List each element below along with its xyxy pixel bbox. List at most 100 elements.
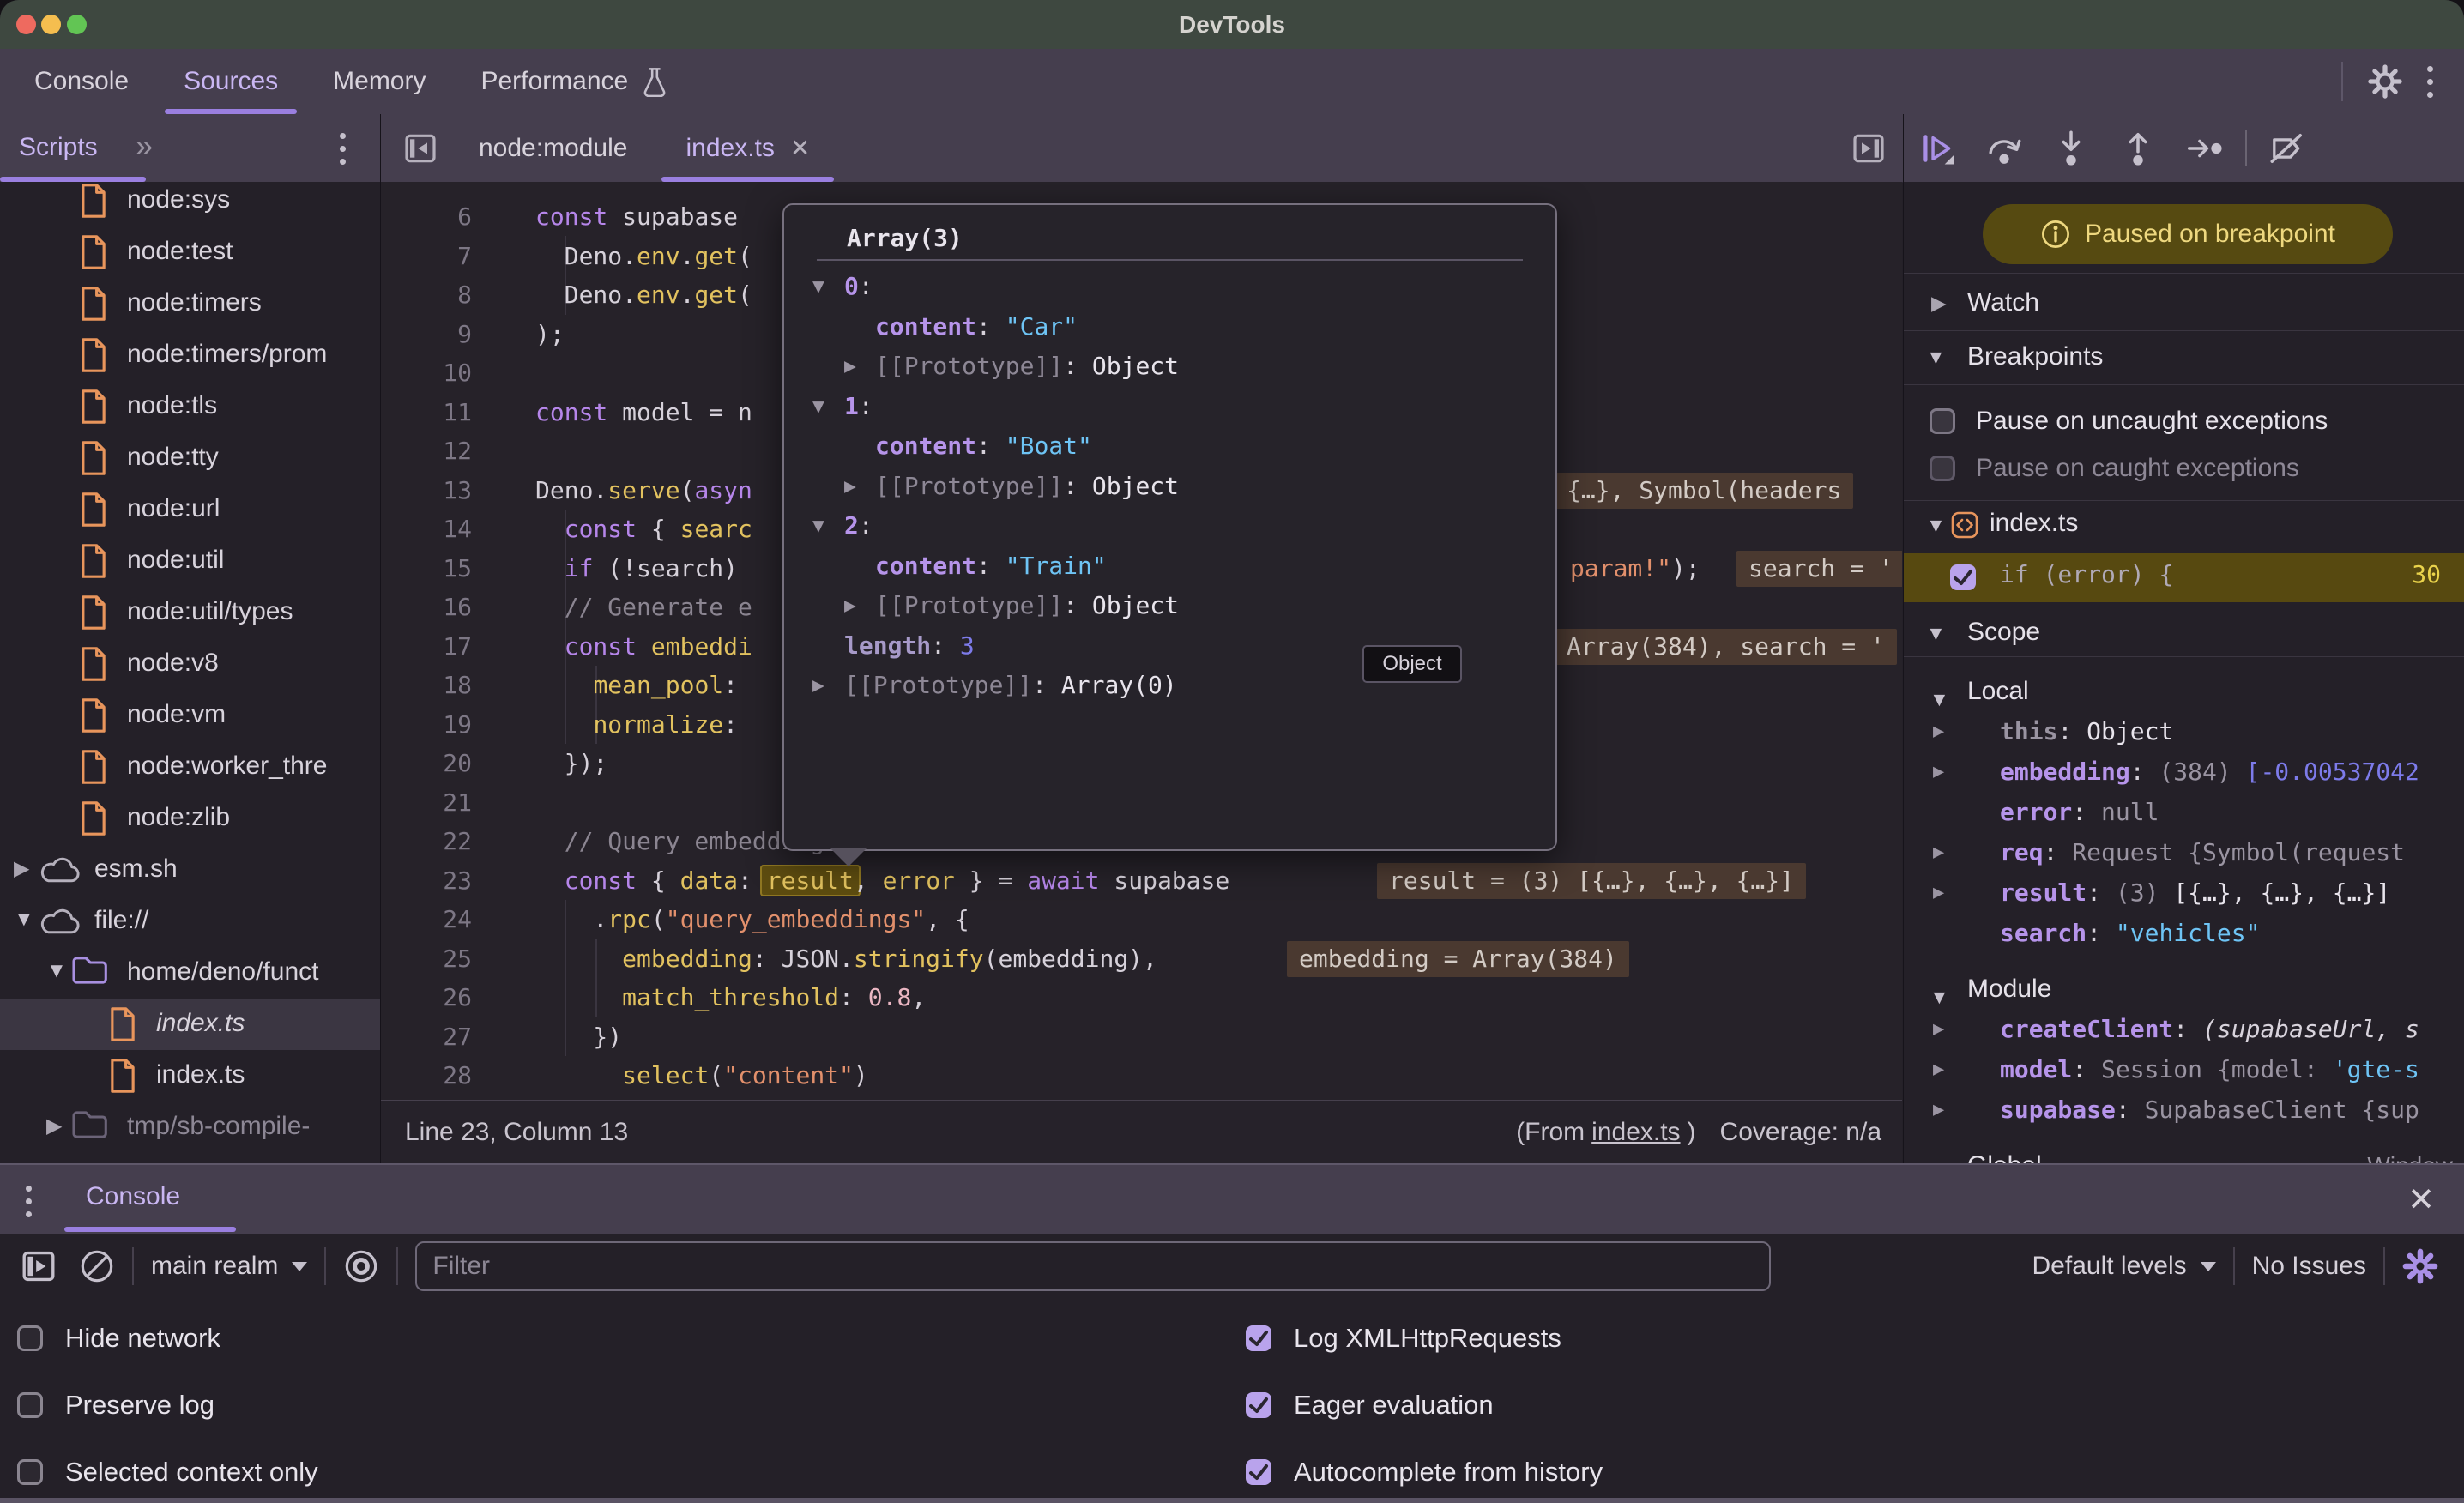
file-tree-item[interactable]: index.ts: [0, 1050, 380, 1102]
deactivate-breakpoints-button[interactable]: [2254, 114, 2321, 182]
breakpoints-section-header[interactable]: ▼ Breakpoints: [1904, 331, 2464, 384]
watch-section-header[interactable]: ▶ Watch: [1904, 278, 2464, 330]
line-number[interactable]: 12: [381, 432, 472, 471]
chevron-collapsed-icon[interactable]: ▶: [1933, 711, 1944, 752]
checkbox[interactable]: [17, 1392, 43, 1418]
checkbox[interactable]: [1930, 408, 1955, 434]
chevron-collapsed-icon[interactable]: ▶: [1933, 832, 1944, 872]
chevron-expanded-icon[interactable]: ▼: [14, 908, 34, 932]
code-line[interactable]: 24 .rpc("query_embeddings", {: [381, 900, 1902, 939]
line-number[interactable]: 25: [381, 939, 472, 979]
line-number[interactable]: 13: [381, 471, 472, 510]
chevron-collapsed-icon[interactable]: ▶: [46, 1114, 62, 1138]
step-out-button[interactable]: [2105, 114, 2171, 182]
chevron-expanded-icon[interactable]: ▼: [46, 959, 67, 983]
file-tree-item[interactable]: index.ts: [0, 999, 380, 1050]
line-number[interactable]: 23: [381, 861, 472, 901]
chevron-collapsed-icon[interactable]: ▶: [1933, 1090, 1944, 1130]
hide-navigator-icon[interactable]: [403, 130, 438, 167]
editor-tab-node-module[interactable]: node:module: [450, 114, 656, 182]
file-tree-item[interactable]: node:timers/prom: [0, 329, 380, 381]
code-line[interactable]: 27 }): [381, 1017, 1902, 1057]
file-tree-item[interactable]: ▼file://: [0, 896, 380, 947]
scope-variable[interactable]: error: null: [1904, 792, 2464, 832]
close-tab-icon[interactable]: ✕: [790, 134, 810, 162]
tab-sources[interactable]: Sources: [156, 49, 305, 114]
chevron-collapsed-icon[interactable]: ▶: [14, 856, 29, 881]
clear-console-icon[interactable]: [79, 1248, 115, 1284]
checkbox[interactable]: [1930, 456, 1955, 481]
popup-property-row[interactable]: ▶[[Prototype]]: Object: [784, 586, 1555, 625]
file-tree-item[interactable]: node:tls: [0, 381, 380, 432]
line-number[interactable]: 16: [381, 588, 472, 627]
breakpoint-file-group[interactable]: ▼ index.ts: [1904, 506, 2464, 546]
editor-tab-index-ts[interactable]: index.ts ✕: [656, 114, 839, 182]
file-tree-item[interactable]: node:timers: [0, 278, 380, 329]
scope-group-header[interactable]: ▼Local: [1904, 671, 2464, 711]
line-number[interactable]: 15: [381, 549, 472, 589]
line-number[interactable]: 27: [381, 1017, 472, 1057]
navigator-more-icon[interactable]: [340, 133, 346, 165]
step-over-button[interactable]: [1971, 114, 2038, 182]
breakpoint-entry[interactable]: if (error) { 30: [1904, 553, 2464, 602]
file-tree-item[interactable]: node:worker_thre: [0, 741, 380, 793]
scope-variable[interactable]: ▶supabase: SupabaseClient {sup: [1904, 1090, 2464, 1130]
code-line[interactable]: 25 embedding: JSON.stringify(embedding),…: [381, 939, 1902, 979]
chevron-collapsed-icon[interactable]: ▶: [844, 467, 856, 506]
tab-console[interactable]: Console: [7, 49, 156, 114]
default-levels-dropdown[interactable]: Default levels: [2032, 1252, 2187, 1281]
scope-variable[interactable]: ▶result: (3) [{…}, {…}, {…}]: [1904, 872, 2464, 913]
console-setting-row[interactable]: Selected context only: [17, 1448, 318, 1496]
console-setting-row[interactable]: Eager evaluation: [1246, 1381, 1494, 1429]
file-tree-item[interactable]: node:vm: [0, 690, 380, 741]
checkbox[interactable]: [1246, 1459, 1271, 1485]
line-number[interactable]: 26: [381, 978, 472, 1017]
line-number[interactable]: 11: [381, 393, 472, 432]
scope-variable[interactable]: ▶model: Session {model: 'gte-s: [1904, 1049, 2464, 1090]
console-setting-row[interactable]: Log XMLHttpRequests: [1246, 1314, 1561, 1362]
source-map-link[interactable]: index.ts: [1591, 1118, 1680, 1147]
file-tree-item[interactable]: node:util/types: [0, 587, 380, 638]
code-line[interactable]: 26 match_threshold: 0.8,: [381, 978, 1902, 1017]
line-number[interactable]: 7: [381, 237, 472, 276]
popup-property-row[interactable]: content: "Train": [784, 546, 1555, 586]
checkbox[interactable]: [17, 1325, 43, 1351]
scope-section-header[interactable]: ▼ Scope: [1904, 611, 2464, 656]
close-drawer-icon[interactable]: ✕: [2407, 1180, 2435, 1219]
drawer-more-icon[interactable]: [26, 1186, 32, 1217]
popup-property-row[interactable]: ▼0:: [784, 267, 1555, 306]
file-tree-item[interactable]: ▼home/deno/funct: [0, 947, 380, 999]
scope-variable[interactable]: ▶createClient: (supabaseUrl, s: [1904, 1009, 2464, 1049]
line-number[interactable]: 28: [381, 1056, 472, 1096]
console-setting-row[interactable]: Autocomplete from history: [1246, 1448, 1603, 1496]
file-tree-item[interactable]: ▶tmp/sb-compile-: [0, 1102, 380, 1153]
breakpoint-checkbox[interactable]: [1950, 564, 1976, 590]
scope-group-header[interactable]: ▼Module: [1904, 969, 2464, 1009]
chevron-expanded-icon[interactable]: ▼: [812, 387, 824, 426]
hide-debugger-icon[interactable]: [1851, 130, 1886, 167]
more-options-icon[interactable]: [2427, 66, 2433, 98]
popup-property-row[interactable]: ▼2:: [784, 506, 1555, 546]
file-tree-item[interactable]: ▶esm.sh: [0, 844, 380, 896]
popup-property-row[interactable]: ▶[[Prototype]]: Object: [784, 467, 1555, 506]
execution-context-selector[interactable]: main realm: [151, 1252, 278, 1281]
drawer-tab-console[interactable]: Console: [86, 1182, 180, 1211]
exception-checkbox-row[interactable]: Pause on uncaught exceptions: [1904, 398, 2464, 446]
line-number[interactable]: 24: [381, 900, 472, 939]
scope-group-header[interactable]: ▶GlobalWindow: [1904, 1145, 2464, 1163]
line-number[interactable]: 22: [381, 822, 472, 861]
line-number[interactable]: 14: [381, 510, 472, 549]
chevron-icon[interactable]: ▶: [1930, 1154, 1945, 1163]
chevron-collapsed-icon[interactable]: ▶: [1933, 1049, 1944, 1090]
file-tree-item[interactable]: node:test: [0, 226, 380, 278]
settings-gear-icon[interactable]: [2367, 63, 2403, 100]
issues-counter[interactable]: No Issues: [2252, 1252, 2366, 1281]
exception-checkbox-row[interactable]: Pause on caught exceptions: [1904, 445, 2464, 493]
console-sidebar-icon[interactable]: [21, 1247, 57, 1285]
resume-button[interactable]: [1904, 114, 1971, 182]
code-line[interactable]: 28 select("content"): [381, 1056, 1902, 1096]
chevron-collapsed-icon[interactable]: ▶: [1933, 752, 1944, 792]
tab-memory[interactable]: Memory: [305, 49, 453, 114]
filter-input[interactable]: [415, 1241, 1771, 1291]
checkbox[interactable]: [1246, 1392, 1271, 1418]
